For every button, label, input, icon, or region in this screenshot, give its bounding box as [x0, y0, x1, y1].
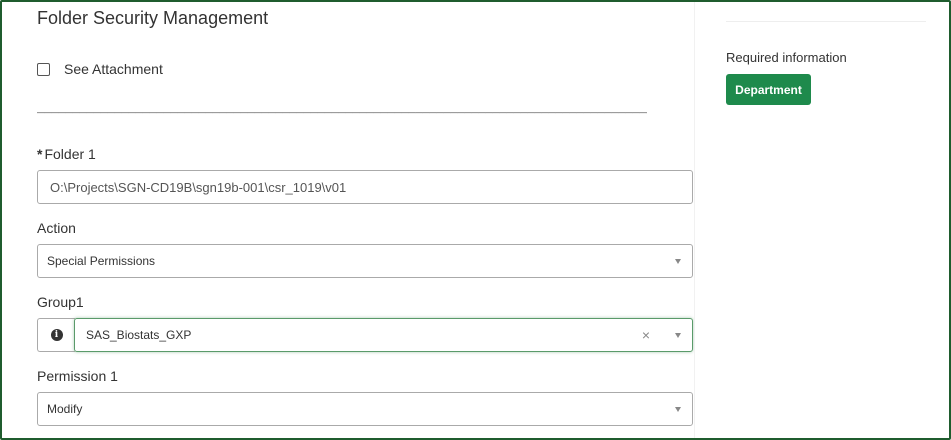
- folder1-value: O:\Projects\SGN-CD19B\sgn19b-001\csr_101…: [50, 179, 347, 195]
- group1-field: i SAS_Biostats_GXP ×: [37, 318, 693, 352]
- see-attachment-label: See Attachment: [64, 61, 163, 77]
- required-mark: *: [37, 146, 43, 162]
- panel-top-card: [726, 2, 926, 22]
- group1-info-addon[interactable]: i: [37, 318, 75, 352]
- see-attachment-checkbox[interactable]: [37, 62, 50, 76]
- action-label: Action: [37, 220, 76, 236]
- app-frame: Folder Security Management See Attachmen…: [0, 0, 951, 440]
- department-button[interactable]: Department: [726, 74, 811, 105]
- folder1-label-row: * Folder 1: [37, 146, 96, 162]
- permission1-label: Permission 1: [37, 368, 118, 384]
- action-select[interactable]: Special Permissions: [37, 244, 693, 278]
- right-panel: Required information Department: [694, 2, 949, 438]
- folder1-label: Folder 1: [44, 146, 96, 162]
- group1-label: Group1: [37, 294, 84, 310]
- form-main: Folder Security Management See Attachmen…: [2, 2, 694, 438]
- page-title: Folder Security Management: [37, 8, 269, 28]
- permission1-select[interactable]: Modify: [37, 392, 693, 426]
- chevron-down-icon[interactable]: [675, 259, 681, 264]
- separator-line: ________________________________________…: [37, 102, 647, 116]
- permission1-selected-value: Modify: [47, 402, 83, 416]
- group1-select[interactable]: SAS_Biostats_GXP ×: [74, 318, 693, 352]
- chevron-down-icon[interactable]: [675, 407, 681, 412]
- action-selected-value: Special Permissions: [47, 254, 156, 268]
- see-attachment-row[interactable]: See Attachment: [37, 60, 163, 78]
- required-info-label: Required information: [726, 50, 847, 65]
- group1-selected-value: SAS_Biostats_GXP: [86, 328, 192, 342]
- chevron-down-icon[interactable]: [675, 333, 681, 338]
- folder1-input[interactable]: O:\Projects\SGN-CD19B\sgn19b-001\csr_101…: [37, 170, 693, 204]
- close-icon[interactable]: ×: [642, 328, 650, 342]
- info-circle-icon[interactable]: i: [50, 329, 63, 341]
